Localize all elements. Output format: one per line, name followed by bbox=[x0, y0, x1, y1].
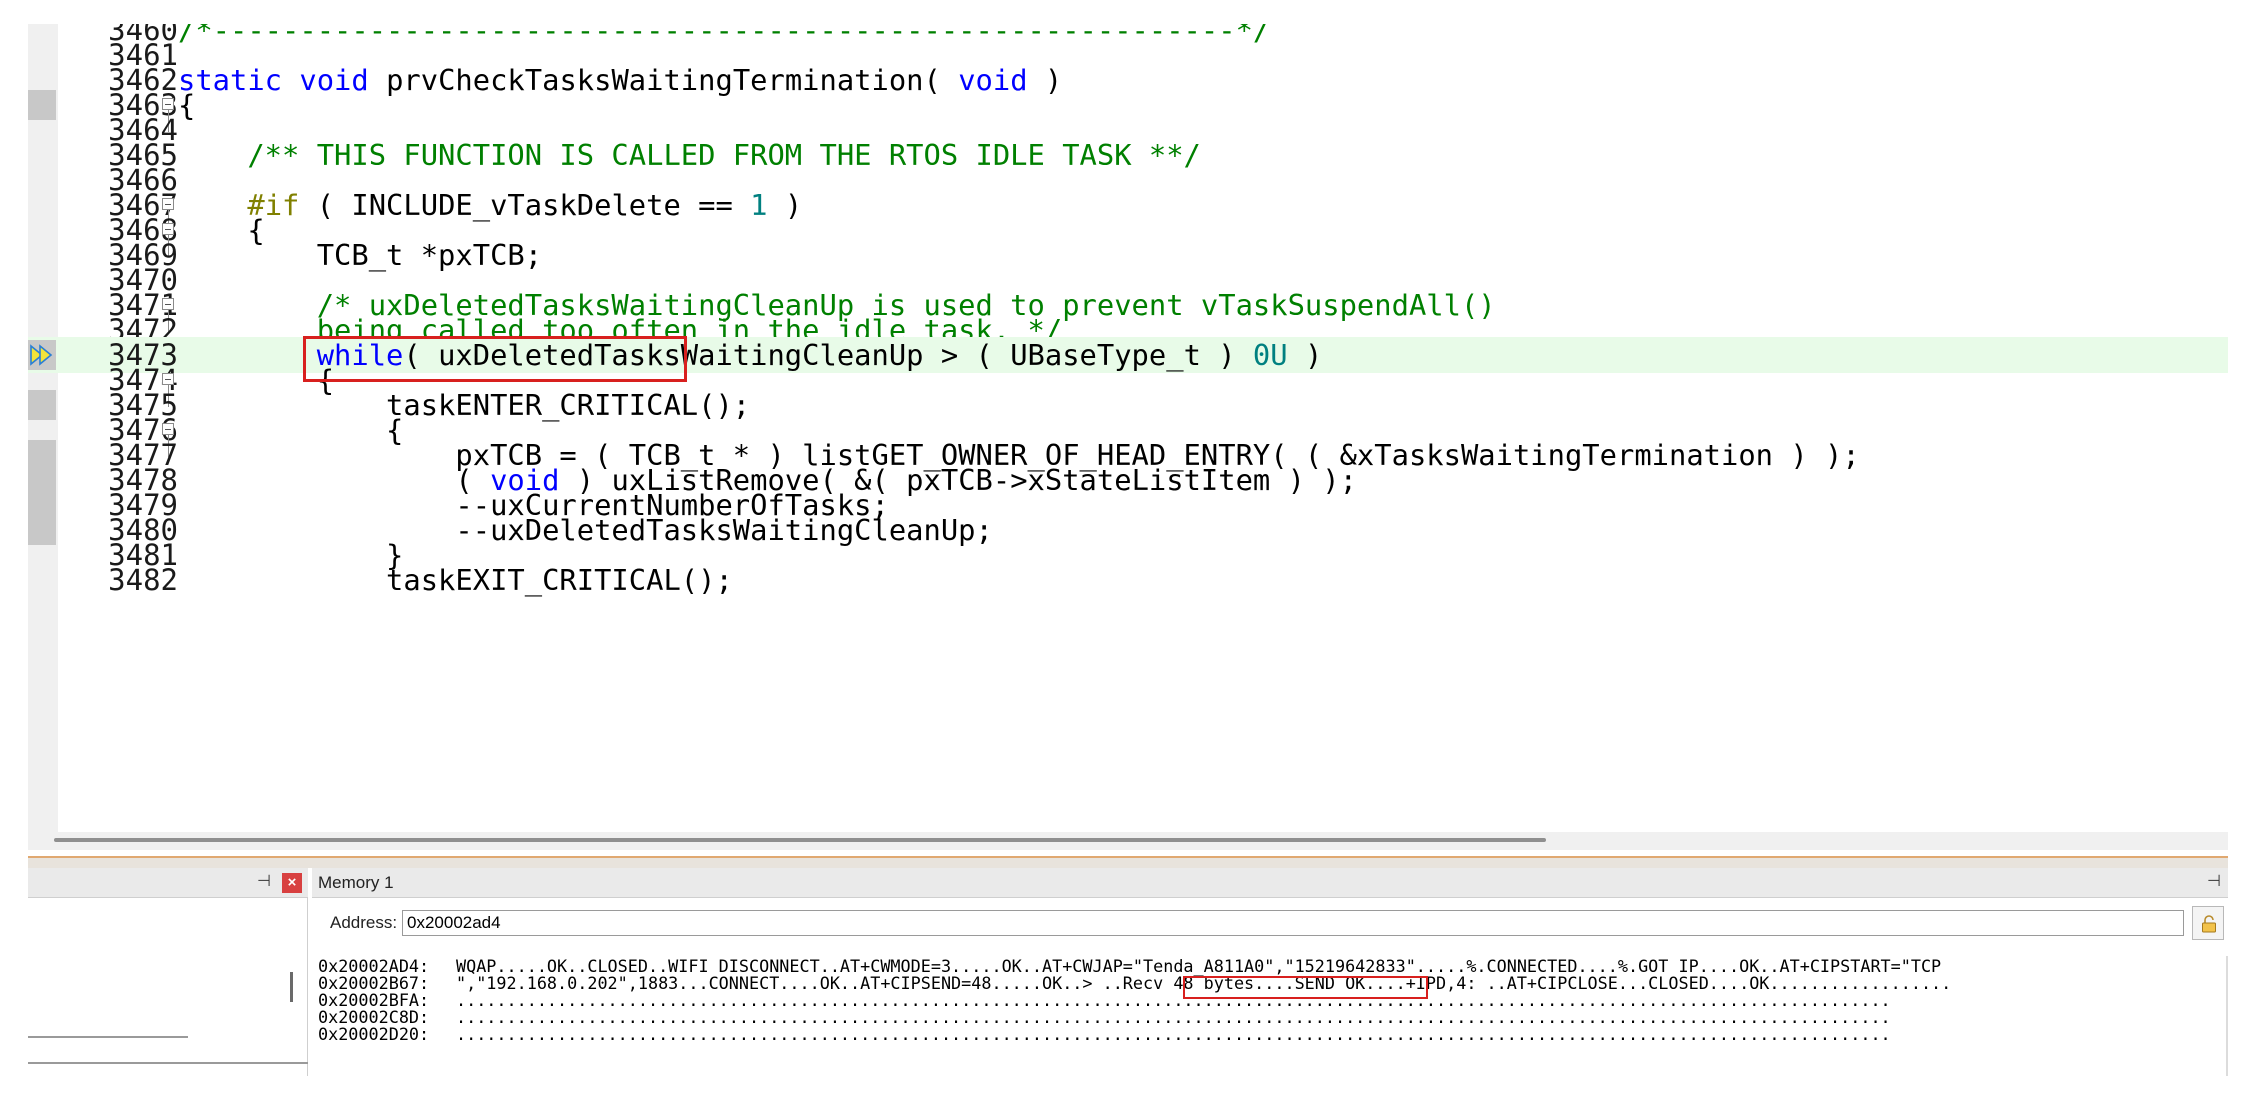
memory-row-data: ........................................… bbox=[456, 1024, 1891, 1044]
pin-icon[interactable]: ⊣ bbox=[254, 872, 274, 892]
left-panel-titlebar: ⊣ × bbox=[28, 868, 308, 898]
divider bbox=[28, 1062, 308, 1064]
horizontal-scrollbar[interactable] bbox=[28, 832, 2228, 850]
memory-window: Memory 1 ⊣ Address: 0x20002AD4:WQAP.....… bbox=[312, 868, 2228, 1076]
left-panel-scroll-indicator[interactable] bbox=[290, 972, 293, 1002]
code-line[interactable]: 3482 taskEXIT_CRITICAL(); bbox=[28, 562, 2228, 598]
divider bbox=[28, 1036, 188, 1038]
address-input[interactable] bbox=[402, 910, 2184, 936]
highlight-box-while-condition bbox=[303, 336, 687, 382]
memory-window-title: Memory 1 bbox=[318, 873, 394, 892]
divider bbox=[2226, 956, 2228, 1076]
address-label: Address: bbox=[330, 913, 398, 932]
memory-row[interactable]: 0x20002D20:.............................… bbox=[318, 1022, 1891, 1046]
close-icon[interactable]: × bbox=[282, 873, 302, 893]
memory-row-address: 0x20002D20: bbox=[318, 1024, 430, 1044]
lock-icon bbox=[2202, 915, 2216, 933]
line-number: 3482 bbox=[108, 563, 178, 597]
pin-icon[interactable]: ⊣ bbox=[2204, 872, 2224, 892]
memory-titlebar: Memory 1 ⊣ bbox=[312, 868, 2228, 898]
scrollbar-thumb[interactable] bbox=[54, 838, 1546, 842]
memory-dump[interactable]: 0x20002AD4: WQAP.....OK..CLOSED..WIFI DIS… bbox=[318, 956, 2228, 1076]
lock-button[interactable] bbox=[2192, 906, 2224, 940]
panel-splitter[interactable] bbox=[28, 856, 2228, 868]
left-dock-panel: ⊣ × bbox=[28, 868, 308, 1076]
code-editor[interactable]: 3460/*----------------------------------… bbox=[28, 24, 2228, 832]
highlight-box-cipclose bbox=[1183, 976, 1428, 999]
code-text: taskEXIT_CRITICAL(); bbox=[178, 563, 733, 597]
